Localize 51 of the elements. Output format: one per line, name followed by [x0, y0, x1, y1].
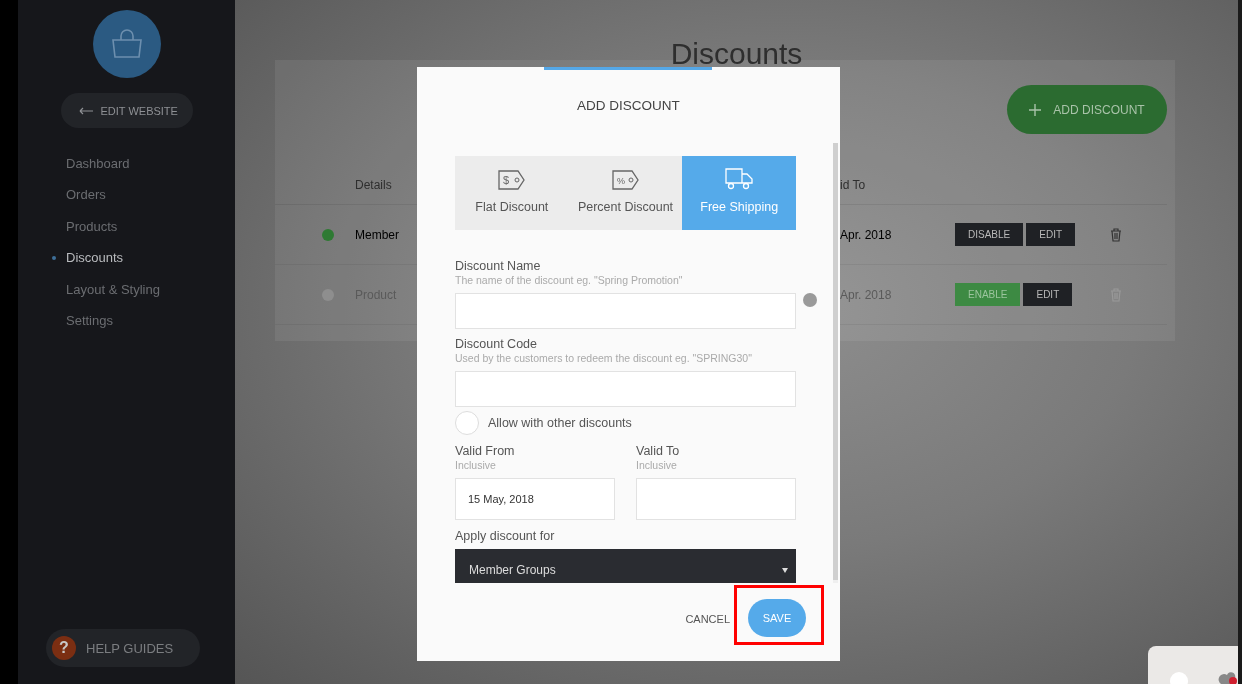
cancel-button[interactable]: CANCEL	[685, 613, 730, 625]
field-label: Valid From	[455, 444, 516, 458]
field-hint: The name of the discount eg. "Spring Promotion"	[455, 273, 684, 286]
sidebar-nav-item[interactable]: Dashboard	[66, 154, 235, 186]
valid-from-field[interactable]: 15 May, 2018	[455, 478, 615, 520]
sidebar-nav-item[interactable]: Layout & Styling	[66, 279, 235, 311]
field-label: Discount Code	[455, 336, 538, 351]
sidebar-nav-item[interactable]: Orders	[66, 185, 235, 217]
help-guides-button[interactable]: ? HELP GUIDES	[46, 629, 200, 667]
checkbox[interactable]	[455, 411, 479, 435]
discount-details: Member	[355, 227, 399, 242]
shopping-bag-icon	[109, 29, 144, 59]
field-label: Valid To	[636, 444, 681, 458]
tag-symbol: %	[616, 175, 625, 186]
discount-type-tab[interactable]: % Percent Discount	[568, 156, 683, 230]
back-arrow-icon	[78, 106, 93, 115]
field-hint: Used by the customers to redeem the discount eg. "SPRING30"	[455, 351, 753, 364]
trash-icon	[1110, 227, 1122, 242]
dialog-title: ADD DISCOUNT	[576, 97, 681, 115]
field-label: Apply discount for	[455, 529, 556, 543]
tray-app-icon	[1168, 670, 1190, 684]
help-icon: ?	[52, 636, 76, 660]
checkbox-label: Allow with other discounts	[488, 416, 632, 430]
tag-symbol: $	[502, 173, 509, 186]
sidebar-nav-item[interactable]: Products	[66, 216, 235, 249]
edit-website-button[interactable]: EDIT WEBSITE	[60, 93, 193, 128]
discount-code-field[interactable]	[455, 370, 796, 407]
disable-button[interactable]: DISABLE	[955, 223, 1024, 246]
column-header: Details	[355, 178, 392, 192]
discount-name-field[interactable]	[455, 292, 796, 329]
column-header: id To	[840, 178, 866, 192]
active-indicator	[52, 256, 56, 261]
handle-dot	[803, 293, 817, 307]
valid-to-date: Apr. 2018	[840, 227, 892, 242]
caret-icon	[782, 567, 788, 573]
field-hint: Inclusive	[636, 459, 678, 471]
edit-button[interactable]: EDIT	[1026, 223, 1076, 246]
apply-for-dropdown[interactable]: Member Groups	[455, 549, 796, 583]
valid-to-date: Apr. 2018	[840, 287, 892, 302]
truck-icon	[725, 167, 754, 190]
add-discount-button[interactable]: ADD DISCOUNT	[1007, 85, 1167, 134]
plus-icon	[1029, 103, 1042, 116]
valid-to-field[interactable]	[636, 478, 796, 520]
field-label: Discount Name	[455, 258, 542, 273]
scrollbar[interactable]	[833, 143, 838, 583]
field-hint: Inclusive	[455, 459, 497, 471]
discount-type-tab[interactable]: $ Flat Discount	[455, 156, 569, 230]
sidebar-nav-item[interactable]: Settings	[66, 310, 235, 343]
sidebar-nav-item[interactable]: Discounts	[66, 248, 235, 280]
cloud-error-icon	[1218, 672, 1238, 684]
edit-button[interactable]: EDIT	[1023, 283, 1073, 306]
